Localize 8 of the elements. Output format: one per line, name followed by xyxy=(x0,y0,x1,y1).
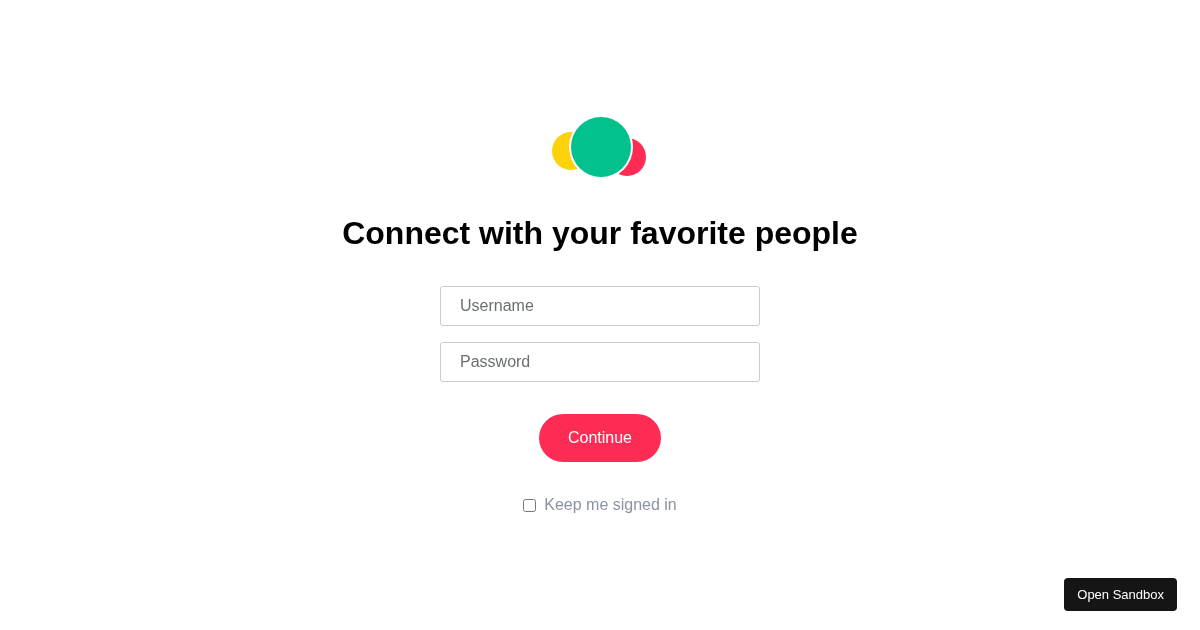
logo-icon xyxy=(551,115,649,179)
open-sandbox-button[interactable]: Open Sandbox xyxy=(1064,578,1177,611)
checkbox[interactable] xyxy=(523,498,537,512)
input-field[interactable]: Username xyxy=(440,286,760,326)
continue-button[interactable]: Continue xyxy=(539,414,661,462)
input-field[interactable]: Password xyxy=(440,342,760,382)
checkbox-label: Keep me signed in xyxy=(544,496,677,514)
heading: Connect with your favorite people xyxy=(342,214,858,253)
